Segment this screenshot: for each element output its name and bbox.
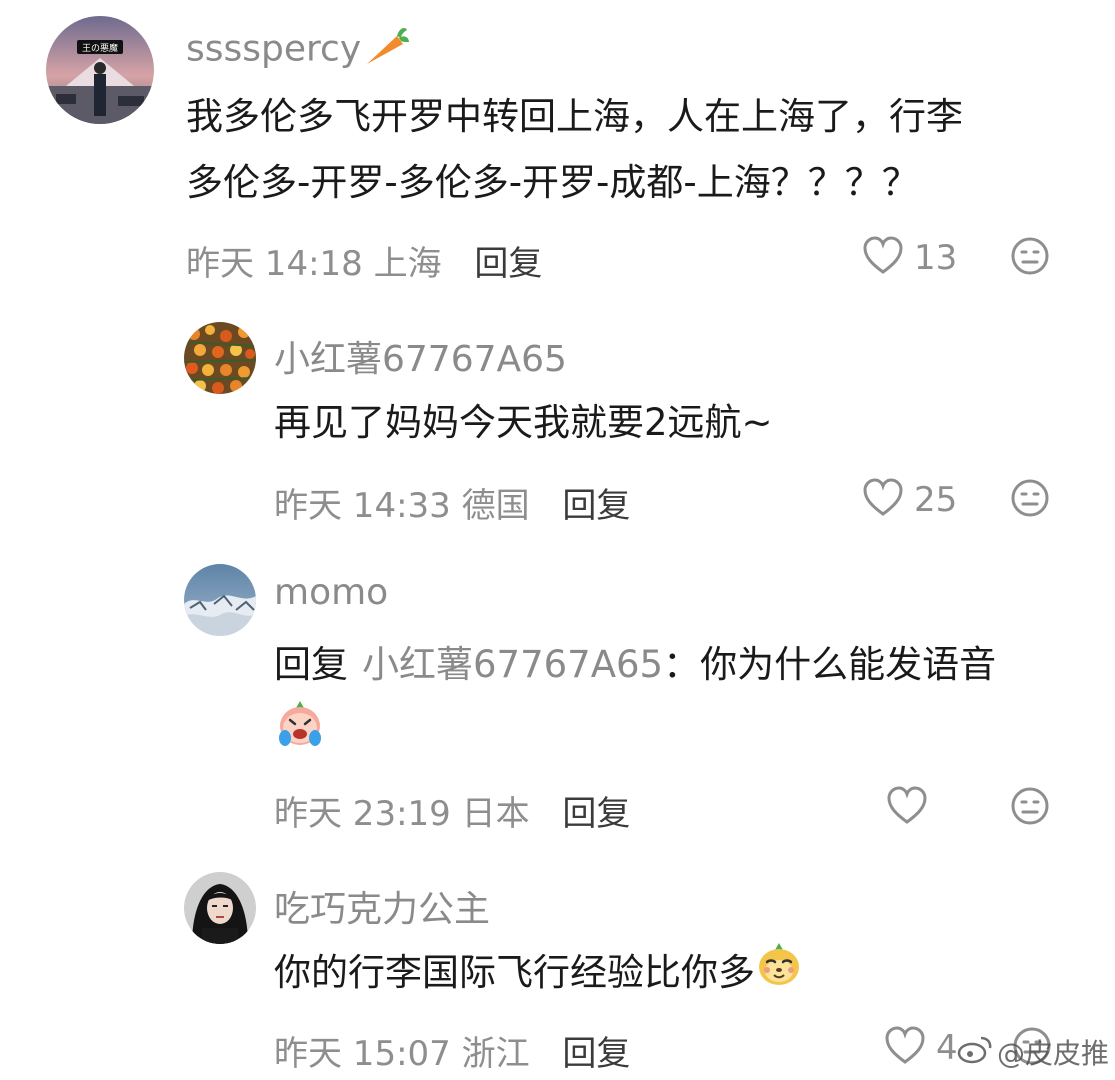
- dislike-button[interactable]: [1010, 478, 1050, 522]
- avatar[interactable]: [184, 564, 256, 636]
- heart-icon: [884, 1026, 926, 1070]
- comment-meta: 昨天 14:18 上海 回复: [186, 236, 542, 285]
- like-button[interactable]: [886, 786, 938, 830]
- comment-line-text: 你的行李国际飞行经验比你多: [274, 951, 755, 994]
- smug-emoji: [755, 940, 803, 1009]
- dislike-button[interactable]: [1010, 236, 1050, 280]
- like-count: 4: [936, 1028, 958, 1068]
- timestamp: 昨天 15:07: [274, 1034, 451, 1074]
- comment-line: 我多伦多飞开罗中转回上海，人在上海了，行李: [186, 95, 963, 138]
- reply-button[interactable]: 回复: [562, 794, 630, 834]
- timestamp: 昨天 23:19: [274, 794, 451, 834]
- username[interactable]: 吃巧克力公主: [274, 880, 490, 932]
- location: 浙江: [461, 1034, 530, 1074]
- comment-meta: 昨天 23:19 日本 回复: [274, 786, 630, 835]
- location: 上海: [373, 244, 442, 284]
- comment-line: 多伦多-开罗-多伦多-开罗-成都-上海？？？？: [186, 161, 919, 204]
- dislike-button[interactable]: [1010, 786, 1050, 830]
- reply-button[interactable]: 回复: [562, 486, 630, 526]
- timestamp: 昨天 14:33: [274, 486, 451, 526]
- dislike-face-icon: [1010, 479, 1050, 522]
- comment-text: 回复 小红薯67767A65：你为什么能发语音: [274, 632, 996, 771]
- heart-icon: [862, 236, 904, 280]
- timestamp: 昨天 14:18: [186, 244, 363, 284]
- avatar[interactable]: [184, 872, 256, 944]
- username-text[interactable]: momo: [274, 572, 388, 613]
- comment-line: 回复 小红薯67767A65：你为什么能发语音: [274, 632, 996, 698]
- comment-line: [274, 698, 996, 771]
- username[interactable]: 小红薯67767A65: [274, 330, 567, 382]
- heart-icon: [862, 478, 904, 522]
- crying-emoji: [274, 698, 326, 771]
- comment-meta: 昨天 14:33 德国 回复: [274, 478, 630, 527]
- watermark: @皮皮推: [957, 1032, 1109, 1072]
- reply-target-username[interactable]: 小红薯67767A65: [362, 643, 663, 686]
- weibo-icon: [957, 1034, 993, 1071]
- like-button[interactable]: 4: [884, 1026, 958, 1070]
- like-count: 13: [914, 238, 958, 278]
- username[interactable]: sssspercy: [186, 24, 411, 77]
- username-text[interactable]: sssspercy: [186, 29, 361, 70]
- comment-text: 你的行李国际飞行经验比你多: [274, 940, 803, 1009]
- like-button[interactable]: 13: [862, 236, 957, 280]
- reply-button[interactable]: 回复: [474, 244, 542, 284]
- avatar[interactable]: [184, 322, 256, 394]
- reply-text: ：你为什么能发语音: [663, 643, 997, 686]
- username[interactable]: momo: [274, 572, 388, 613]
- reply-button[interactable]: 回复: [562, 1034, 630, 1074]
- avatar[interactable]: 王の悪魔: [46, 16, 154, 124]
- avatar-label: 王の悪魔: [82, 42, 118, 54]
- comment-line: 再见了妈妈今天我就要2远航~: [274, 401, 773, 444]
- comment-text: 再见了妈妈今天我就要2远航~: [274, 390, 773, 456]
- location: 德国: [461, 486, 530, 526]
- comment-line: 你的行李国际飞行经验比你多: [274, 940, 803, 1009]
- dislike-face-icon: [1010, 787, 1050, 830]
- watermark-text: @皮皮推: [996, 1037, 1109, 1070]
- username-text[interactable]: 小红薯67767A65: [274, 339, 567, 380]
- comment-meta: 昨天 15:07 浙江 回复: [274, 1026, 630, 1075]
- like-button[interactable]: 25: [862, 478, 957, 522]
- dislike-face-icon: [1010, 237, 1050, 280]
- reply-to-word: 回复: [274, 643, 348, 686]
- heart-icon: [886, 786, 928, 830]
- username-text[interactable]: 吃巧克力公主: [274, 889, 490, 930]
- location: 日本: [461, 794, 530, 834]
- like-count: 25: [914, 480, 958, 520]
- carrot-icon: [363, 24, 411, 77]
- comment-text: 我多伦多飞开罗中转回上海，人在上海了，行李 多伦多-开罗-多伦多-开罗-成都-上…: [186, 84, 963, 216]
